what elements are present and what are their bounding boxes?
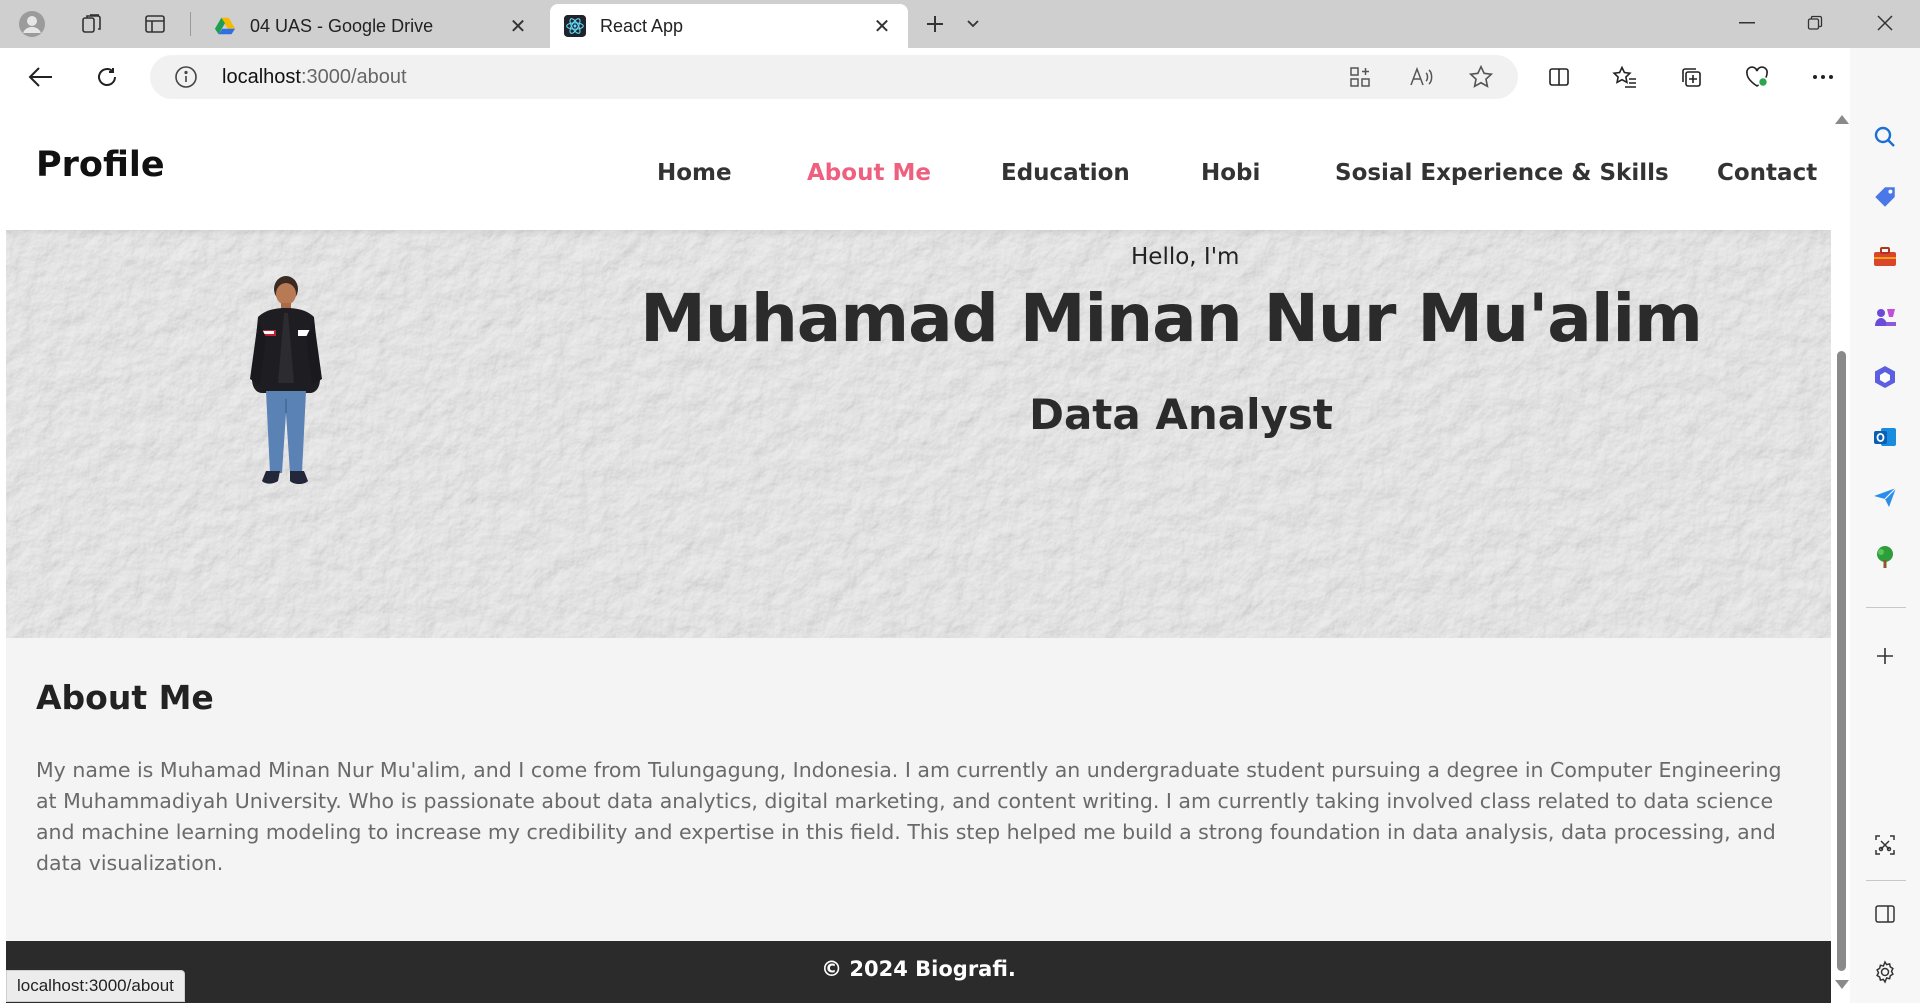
nav-about-me[interactable]: About Me: [807, 160, 931, 186]
scroll-thumb[interactable]: [1837, 351, 1846, 971]
google-drive-icon: [214, 15, 236, 37]
edge-sidebar: [1850, 48, 1920, 1003]
more-menu-icon[interactable]: [1804, 58, 1842, 96]
site-info-icon[interactable]: [174, 65, 198, 93]
search-icon[interactable]: [1867, 119, 1903, 155]
back-icon[interactable]: [22, 58, 60, 96]
hero-section: Hello, I'm Muhamad Minan Nur Mu'alim Dat…: [6, 230, 1831, 638]
workspaces-icon[interactable]: [74, 6, 110, 42]
tab-strip: 04 UAS - Google Drive ✕ React App ✕: [0, 0, 1920, 48]
browser-window: 04 UAS - Google Drive ✕ React App ✕ loca…: [0, 0, 1920, 1003]
hero-name: Muhamad Minan Nur Mu'alim: [640, 280, 1703, 357]
page-viewport: Profile Home About Me Education Hobi Sos…: [6, 105, 1831, 1003]
hero-greeting: Hello, I'm: [1131, 244, 1240, 270]
url-path: :3000/about: [300, 66, 407, 88]
collections-icon[interactable]: [1672, 58, 1710, 96]
send-paper-plane-icon[interactable]: [1867, 479, 1903, 515]
scroll-up-arrow-icon[interactable]: [1835, 115, 1849, 124]
site-logo[interactable]: Profile: [36, 145, 165, 185]
reload-icon[interactable]: [88, 58, 126, 96]
read-aloud-icon[interactable]: [1408, 65, 1434, 93]
nav-sosial-experience-skills[interactable]: Sosial Experience & Skills: [1335, 160, 1669, 186]
url-host: localhost: [222, 66, 301, 88]
site-footer: © 2024 Biografi.: [6, 941, 1831, 1003]
screenshot-icon[interactable]: [1867, 827, 1903, 863]
scroll-down-arrow-icon[interactable]: [1835, 980, 1849, 989]
about-paragraph: My name is Muhamad Minan Nur Mu'alim, an…: [36, 758, 1782, 875]
tab-react-app[interactable]: React App ✕: [550, 4, 908, 48]
browser-toolbar: localhost:3000/about: [0, 48, 1920, 104]
nav-education[interactable]: Education: [1001, 160, 1130, 186]
nav-contact[interactable]: Contact: [1717, 160, 1817, 186]
tab-separator: [190, 12, 191, 36]
close-tab-icon[interactable]: ✕: [870, 14, 894, 38]
sidebar-divider: [1866, 880, 1906, 881]
about-heading: About Me: [36, 678, 214, 717]
split-screen-icon[interactable]: [1540, 58, 1578, 96]
microsoft-365-icon[interactable]: [1867, 359, 1903, 395]
url-text[interactable]: localhost:3000/about: [222, 66, 407, 89]
new-tab-icon[interactable]: [917, 6, 953, 42]
browser-essentials-icon[interactable]: [1738, 58, 1776, 96]
tab-title: 04 UAS - Google Drive: [250, 15, 434, 36]
tree-icon[interactable]: [1867, 539, 1903, 575]
restore-icon[interactable]: [1782, 0, 1848, 46]
window-close-icon[interactable]: [1852, 0, 1918, 46]
add-icon[interactable]: [1867, 638, 1903, 674]
app-available-icon[interactable]: [1348, 65, 1372, 93]
shopping-tag-icon[interactable]: [1867, 179, 1903, 215]
tab-title: React App: [600, 15, 684, 36]
outlook-icon[interactable]: [1867, 419, 1903, 455]
favorite-star-icon[interactable]: [1468, 64, 1494, 94]
site-header: Profile Home About Me Education Hobi Sos…: [6, 105, 1831, 230]
address-bar[interactable]: localhost:3000/about: [150, 55, 1518, 99]
profile-photo: [250, 276, 322, 484]
profile-avatar-icon[interactable]: [14, 6, 50, 42]
settings-gear-icon[interactable]: [1867, 954, 1903, 990]
tab-actions-icon[interactable]: [137, 6, 173, 42]
footer-copyright: © 2024 Biografi.: [821, 957, 1016, 981]
tab-google-drive[interactable]: 04 UAS - Google Drive ✕: [200, 4, 544, 48]
minimize-icon[interactable]: [1714, 0, 1780, 46]
hide-sidebar-icon[interactable]: [1867, 896, 1903, 932]
react-icon: [564, 15, 586, 37]
nav-home[interactable]: Home: [657, 160, 732, 186]
close-tab-icon[interactable]: ✕: [506, 14, 530, 38]
tools-icon[interactable]: [1867, 239, 1903, 275]
nav-hobi[interactable]: Hobi: [1201, 160, 1260, 186]
hero-role: Data Analyst: [1029, 390, 1333, 439]
chevron-down-icon[interactable]: [955, 6, 991, 42]
favorites-icon[interactable]: [1606, 58, 1644, 96]
page-scrollbar[interactable]: [1832, 105, 1850, 1003]
games-icon[interactable]: [1867, 299, 1903, 335]
sidebar-divider: [1866, 607, 1906, 608]
status-bar-url: localhost:3000/about: [6, 970, 185, 1002]
